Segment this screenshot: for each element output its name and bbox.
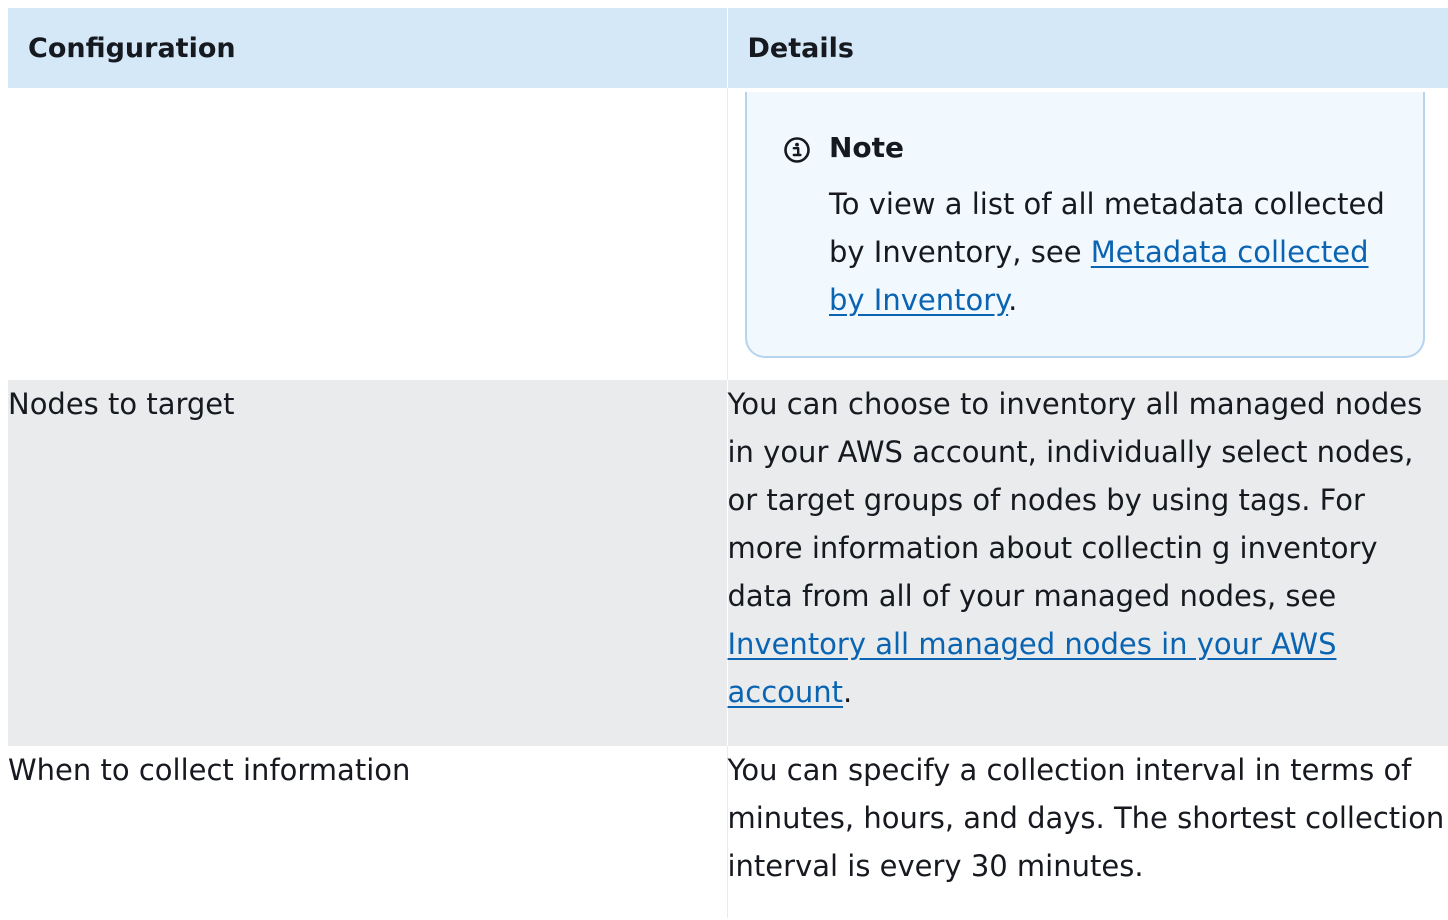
note-text-end: .	[1008, 283, 1018, 317]
config-cell: Nodes to target	[8, 380, 728, 746]
table-row: When to collect information You can spec…	[8, 746, 1448, 918]
inventory-all-nodes-link[interactable]: Inventory all managed nodes in your AWS …	[728, 627, 1337, 709]
details-cell: You can choose to inventory all managed …	[727, 380, 1448, 746]
info-circle-icon	[783, 136, 811, 164]
header-details: Details	[727, 8, 1448, 88]
config-cell: When to collect information	[8, 746, 728, 918]
details-cell: You can specify a collection interval in…	[727, 746, 1448, 918]
table-header-row: Configuration Details	[8, 8, 1448, 88]
note-callout: Note To view a list of all metadata coll…	[745, 92, 1425, 358]
note-title: Note	[829, 131, 905, 164]
table-row: Nodes to target You can choose to invent…	[8, 380, 1448, 746]
config-cell-empty	[8, 88, 728, 380]
details-text: You can choose to inventory all managed …	[727, 387, 1423, 613]
details-text-end: .	[843, 675, 853, 709]
header-configuration: Configuration	[8, 8, 728, 88]
note-body: To view a list of all metadata collected…	[829, 180, 1399, 324]
